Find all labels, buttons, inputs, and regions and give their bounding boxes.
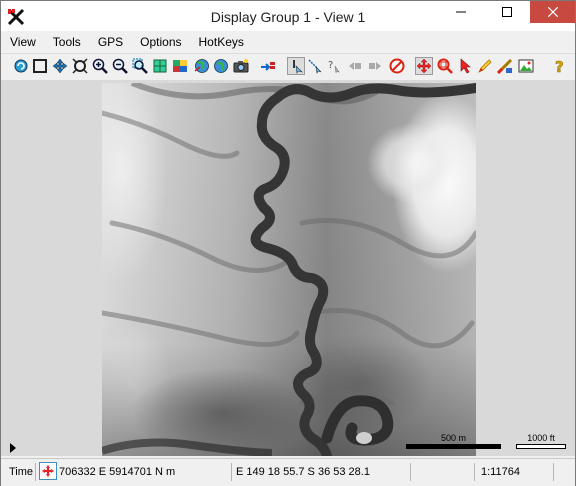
camera-icon — [233, 59, 249, 73]
status-scale: 1:11764 — [481, 463, 554, 481]
status-geographic-coords: E 149 18 55.7 S 36 53 28.1 — [236, 463, 411, 481]
status-bar: Time 706332 E 5914701 N m E 149 18 55.7 … — [1, 458, 575, 486]
forward-icon — [369, 62, 381, 70]
zoom-layer-icon — [153, 59, 167, 73]
close-icon — [547, 7, 558, 17]
map-canvas[interactable]: 500 m 1000 ft — [1, 80, 575, 456]
redraw-icon — [14, 59, 28, 73]
menu-view[interactable]: View — [1, 32, 44, 52]
svg-text:?: ? — [328, 60, 333, 71]
zoom-box-button[interactable] — [132, 58, 148, 74]
crosshair-icon — [42, 465, 54, 477]
menu-bar: View Tools GPS Options HotKeys — [1, 32, 575, 52]
cancel-button[interactable] — [389, 58, 405, 74]
redraw-button[interactable] — [13, 58, 29, 74]
status-empty-field — [414, 463, 475, 481]
position-button[interactable] — [39, 462, 57, 480]
snapshot-button[interactable] — [233, 58, 249, 74]
scale-bar-metric: 500 m — [406, 434, 501, 449]
zoom-out-icon — [112, 58, 128, 74]
edit-icon — [497, 58, 513, 74]
menu-hotkeys[interactable]: HotKeys — [190, 32, 252, 52]
back-icon — [349, 62, 361, 70]
pointer-button[interactable] — [457, 58, 473, 74]
zoom-select-icon — [437, 58, 453, 74]
scale-bar-imperial: 1000 ft — [516, 434, 566, 449]
pan-icon — [52, 58, 68, 74]
title-bar: Display Group 1 - View 1 — [1, 1, 575, 31]
globe-icon — [214, 59, 228, 73]
help-cursor-button[interactable]: ? — [325, 58, 341, 74]
zoom-out-button[interactable] — [112, 58, 128, 74]
menu-options[interactable]: Options — [131, 32, 189, 52]
refresh-globe-button[interactable] — [213, 58, 229, 74]
zoom-box-icon — [132, 58, 148, 74]
layer-controls-button[interactable] — [172, 58, 188, 74]
globe-icon — [194, 59, 209, 73]
close-button[interactable] — [530, 1, 575, 23]
move-button[interactable] — [415, 57, 433, 75]
back-button[interactable] — [347, 58, 363, 74]
window: Display Group 1 - View 1 View Tools GPS … — [0, 0, 576, 486]
toolbar: ? ? — [1, 53, 575, 81]
menu-gps[interactable]: GPS — [89, 32, 131, 52]
globe-button[interactable] — [194, 58, 210, 74]
status-projected-coords: 706332 E 5914701 N m — [59, 463, 232, 481]
pointer-icon — [460, 58, 471, 74]
measure-button[interactable] — [307, 58, 323, 74]
full-view-button[interactable] — [72, 58, 88, 74]
measure-icon — [308, 59, 322, 74]
add-layer-button[interactable] — [260, 58, 276, 74]
scale-metric-bar — [406, 444, 501, 449]
pencil-icon — [478, 59, 492, 73]
locate-button[interactable] — [287, 57, 305, 75]
resize-grip[interactable] — [557, 463, 571, 481]
expand-arrow-icon[interactable] — [10, 443, 16, 453]
scale-imperial-bar — [516, 444, 566, 449]
scale-imperial-label: 1000 ft — [527, 433, 555, 443]
image-button[interactable] — [518, 58, 534, 74]
locate-icon — [293, 60, 303, 74]
full-view-icon — [72, 58, 88, 74]
help-button[interactable]: ? — [552, 58, 568, 74]
help-icon: ? — [555, 58, 564, 74]
zoom-layer-button[interactable] — [152, 58, 168, 74]
elevation-raster[interactable] — [102, 83, 476, 456]
pencil-button[interactable] — [477, 58, 493, 74]
cancel-icon — [389, 58, 405, 74]
maximize-icon — [502, 7, 512, 17]
image-icon — [518, 59, 534, 73]
menu-tools[interactable]: Tools — [44, 32, 89, 52]
forward-button[interactable] — [367, 58, 383, 74]
move-icon — [416, 58, 432, 74]
help-cursor-icon: ? — [328, 60, 340, 74]
zoom-select-button[interactable] — [437, 58, 453, 74]
edit-button[interactable] — [497, 58, 513, 74]
minimize-button[interactable] — [438, 1, 484, 23]
svg-text:?: ? — [555, 58, 564, 74]
layer-controls-icon — [173, 60, 187, 72]
scale-metric-label: 500 m — [440, 433, 466, 443]
add-layer-icon — [261, 62, 275, 71]
pan-button[interactable] — [52, 58, 68, 74]
select-extents-button[interactable] — [32, 58, 48, 74]
zoom-in-button[interactable] — [92, 58, 108, 74]
select-extents-icon — [33, 59, 47, 73]
minimize-icon — [456, 11, 466, 13]
zoom-in-icon — [92, 58, 108, 74]
status-mode: Time — [9, 463, 36, 481]
maximize-button[interactable] — [484, 1, 530, 23]
